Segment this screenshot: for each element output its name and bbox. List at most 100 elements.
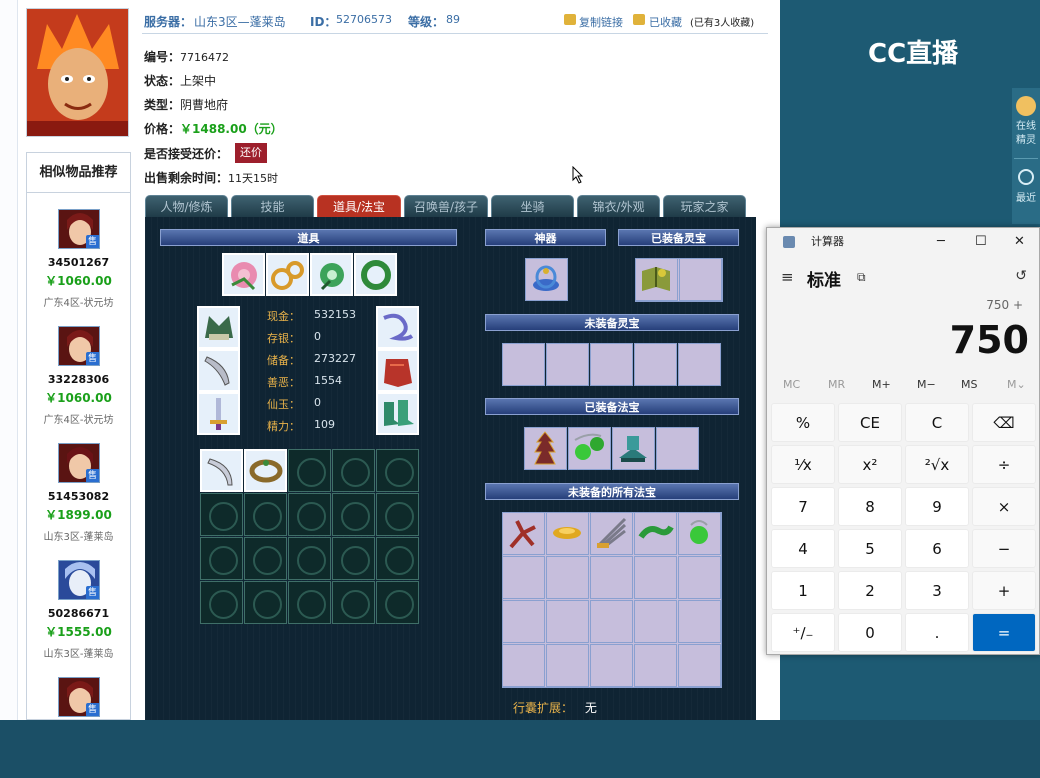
inventory-slot[interactable]	[200, 581, 243, 624]
recommend-avatar[interactable]: 售	[57, 443, 100, 483]
tab-skills[interactable]: 技能	[231, 195, 314, 217]
digit-6-key[interactable]: 6	[905, 529, 969, 568]
haggle-button[interactable]: 还价	[235, 143, 267, 163]
magic-slot[interactable]	[502, 644, 545, 687]
sprite-avatar-icon[interactable]	[1016, 96, 1036, 116]
inventory-slot[interactable]	[244, 537, 287, 580]
multiply-key[interactable]: ×	[972, 487, 1036, 526]
magic-slot[interactable]	[502, 600, 545, 643]
inventory-slot[interactable]	[288, 493, 331, 536]
digit-1-key[interactable]: 1	[771, 571, 835, 610]
digit-0-key[interactable]: 0	[838, 613, 902, 652]
magic-slot[interactable]	[568, 427, 611, 470]
magic-slot[interactable]	[524, 427, 567, 470]
inventory-slot[interactable]	[288, 581, 331, 624]
online-sprite-label[interactable]: 在线精灵	[1012, 120, 1040, 148]
recommend-avatar[interactable]: 售	[57, 677, 100, 717]
inventory-slot[interactable]	[376, 537, 419, 580]
recommend-item[interactable]: 售 50286671 ￥1555.00 山东3区-蓬莱岛	[27, 544, 130, 661]
magic-slot[interactable]	[678, 644, 721, 687]
digit-4-key[interactable]: 4	[771, 529, 835, 568]
decimal-key[interactable]: .	[905, 613, 969, 652]
divide-key[interactable]: ÷	[972, 445, 1036, 484]
digit-8-key[interactable]: 8	[838, 487, 902, 526]
minimize-icon[interactable]: ─	[937, 234, 945, 249]
spirit-slot[interactable]	[679, 258, 722, 301]
magic-slot[interactable]	[546, 644, 589, 687]
recommend-id[interactable]: 51453082	[27, 490, 130, 503]
inventory-slot[interactable]	[200, 537, 243, 580]
recommend-item[interactable]: 售 51453082 ￥1899.00 山东3区-蓬莱岛	[27, 427, 130, 544]
negate-key[interactable]: ⁺∕₋	[771, 613, 835, 652]
sqrt-key[interactable]: ²√x	[905, 445, 969, 484]
inventory-slot[interactable]	[376, 581, 419, 624]
magic-slot[interactable]	[678, 556, 721, 599]
menu-icon[interactable]: ≡	[781, 268, 794, 286]
equip-boots-slot[interactable]	[376, 392, 419, 435]
tab-character[interactable]: 人物/修炼	[145, 195, 228, 217]
memory-recall-button[interactable]: MR	[828, 378, 845, 391]
magic-slot[interactable]	[634, 512, 677, 555]
percent-key[interactable]: %	[771, 403, 835, 442]
clear-key[interactable]: C	[905, 403, 969, 442]
memory-subtract-button[interactable]: M−	[917, 378, 936, 391]
recommend-item[interactable]: 售 33228306 ￥1060.00 广东4区-状元坊	[27, 310, 130, 427]
equip-helmet-slot[interactable]	[197, 306, 240, 349]
inventory-slot[interactable]	[288, 449, 331, 492]
inventory-slot[interactable]	[376, 493, 419, 536]
magic-slot[interactable]	[546, 600, 589, 643]
item-slot[interactable]	[354, 253, 397, 296]
item-slot[interactable]	[266, 253, 309, 296]
spirit-slot[interactable]	[635, 258, 678, 301]
clear-entry-key[interactable]: CE	[838, 403, 902, 442]
recent-label[interactable]: 最近	[1012, 189, 1040, 204]
magic-slot[interactable]	[590, 600, 633, 643]
recent-clock-icon[interactable]	[1018, 169, 1034, 185]
close-icon[interactable]: ✕	[1014, 234, 1025, 249]
tab-items[interactable]: 道具/法宝	[317, 195, 401, 217]
item-slot[interactable]	[310, 253, 353, 296]
equip-ribbon-slot[interactable]	[376, 306, 419, 349]
keep-on-top-icon[interactable]: ⧉	[857, 270, 866, 285]
magic-slot[interactable]	[546, 512, 589, 555]
artifact-slot[interactable]	[525, 258, 568, 301]
recommend-avatar[interactable]: 售	[57, 326, 100, 366]
item-slot[interactable]	[222, 253, 265, 296]
magic-slot[interactable]	[590, 512, 633, 555]
inventory-slot[interactable]	[332, 449, 375, 492]
memory-clear-button[interactable]: MC	[783, 378, 800, 391]
minus-key[interactable]: −	[972, 529, 1036, 568]
spirit-slot[interactable]	[634, 343, 677, 386]
tab-appearance[interactable]: 锦衣/外观	[577, 195, 660, 217]
magic-slot[interactable]	[678, 600, 721, 643]
spirit-slot[interactable]	[590, 343, 633, 386]
plus-key[interactable]: +	[972, 571, 1036, 610]
reciprocal-key[interactable]: ⅟x	[771, 445, 835, 484]
maximize-icon[interactable]: ☐	[975, 234, 987, 249]
backspace-key[interactable]: ⌫	[972, 403, 1036, 442]
spirit-slot[interactable]	[546, 343, 589, 386]
inventory-slot[interactable]	[244, 581, 287, 624]
history-icon[interactable]: ↺	[1015, 268, 1027, 284]
recommend-avatar[interactable]: 售	[57, 560, 100, 600]
magic-slot[interactable]	[546, 556, 589, 599]
magic-slot[interactable]	[634, 556, 677, 599]
recommend-item[interactable]: 售 34501267 ￥1060.00 广东4区-状元坊	[27, 193, 130, 310]
inventory-slot[interactable]	[200, 493, 243, 536]
magic-slot[interactable]	[634, 644, 677, 687]
magic-slot[interactable]	[590, 556, 633, 599]
tab-home[interactable]: 玩家之家	[663, 195, 746, 217]
inventory-slot[interactable]	[332, 581, 375, 624]
equals-key[interactable]: =	[972, 613, 1036, 652]
copy-link-button[interactable]: 复制链接	[579, 14, 623, 30]
favorited-button[interactable]: 已收藏	[649, 14, 682, 30]
inventory-slot[interactable]	[200, 449, 243, 492]
memory-list-button[interactable]: M⌄	[1007, 378, 1026, 391]
spirit-slot[interactable]	[678, 343, 721, 386]
recommend-id[interactable]: 50286671	[27, 607, 130, 620]
spirit-slot[interactable]	[502, 343, 545, 386]
magic-slot[interactable]	[502, 512, 545, 555]
magic-slot[interactable]	[678, 512, 721, 555]
recommend-id[interactable]: 33228306	[27, 373, 130, 386]
recommend-id[interactable]: 34501267	[27, 256, 130, 269]
